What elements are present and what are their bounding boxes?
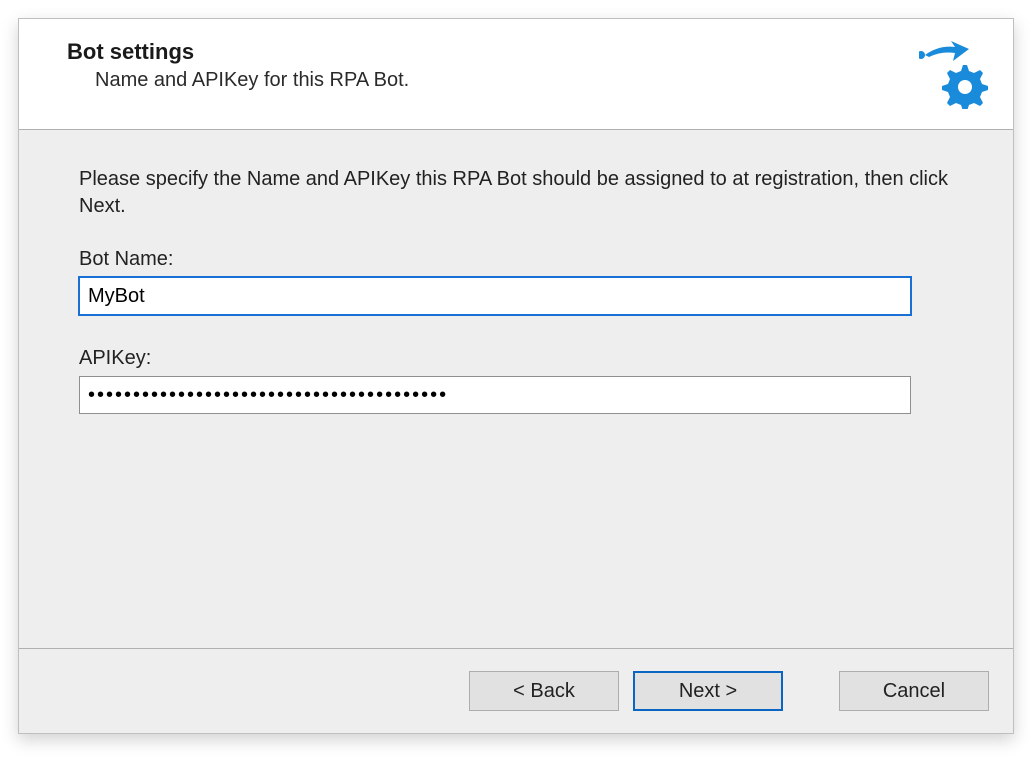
page-title: Bot settings xyxy=(67,39,907,65)
bot-name-input[interactable] xyxy=(79,277,911,315)
wizard-body: Please specify the Name and APIKey this … xyxy=(19,130,1013,648)
next-button[interactable]: Next > xyxy=(633,671,783,711)
wizard-dialog: Bot settings Name and APIKey for this RP… xyxy=(18,18,1014,734)
back-button[interactable]: < Back xyxy=(469,671,619,711)
bot-name-label: Bot Name: xyxy=(79,248,953,271)
cancel-button[interactable]: Cancel xyxy=(839,671,989,711)
instructions-text: Please specify the Name and APIKey this … xyxy=(79,166,949,220)
wizard-header: Bot settings Name and APIKey for this RP… xyxy=(19,19,1013,130)
apikey-input[interactable] xyxy=(79,376,911,414)
connection-gear-icon xyxy=(919,39,989,109)
page-subtitle: Name and APIKey for this RPA Bot. xyxy=(95,69,907,92)
wizard-footer: < Back Next > Cancel xyxy=(19,648,1013,733)
apikey-label: APIKey: xyxy=(79,347,953,370)
